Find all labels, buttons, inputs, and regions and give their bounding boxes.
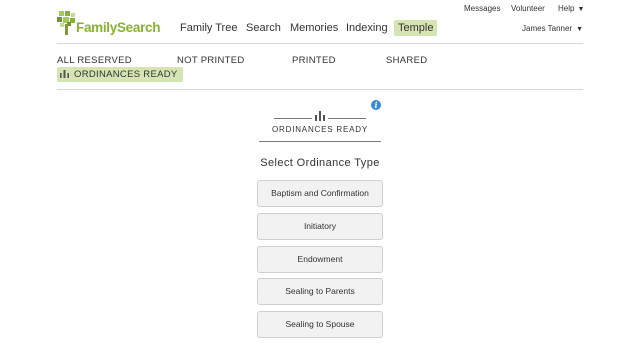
temple-icon xyxy=(60,70,69,79)
nav-memories[interactable]: Memories xyxy=(286,20,342,36)
familysearch-logo[interactable]: FamilySearch xyxy=(57,10,161,36)
info-icon[interactable]: i xyxy=(371,100,381,110)
subtab-ordinances-ready[interactable]: ORDINANCES READY xyxy=(57,67,183,82)
tab-shared[interactable]: SHARED xyxy=(386,55,427,66)
nav-temple[interactable]: Temple xyxy=(394,20,438,36)
subtab-label: ORDINANCES READY xyxy=(74,69,178,80)
logo-text: FamilySearch xyxy=(76,20,161,35)
tab-all-reserved[interactable]: ALL RESERVED xyxy=(57,55,132,66)
endowment-button[interactable]: Endowment xyxy=(257,246,383,273)
tab-not-printed[interactable]: NOT PRINTED xyxy=(177,55,245,66)
chevron-down-icon: ▼ xyxy=(576,26,584,33)
tab-printed[interactable]: PRINTED xyxy=(292,55,336,66)
initiatory-button[interactable]: Initiatory xyxy=(257,213,383,240)
nav-search[interactable]: Search xyxy=(242,20,285,36)
temple-icon xyxy=(315,111,325,121)
nav-indexing[interactable]: Indexing xyxy=(342,20,392,36)
baptism-confirmation-button[interactable]: Baptism and Confirmation xyxy=(257,180,383,207)
messages-link[interactable]: Messages xyxy=(464,4,500,13)
heading-rule-left xyxy=(274,118,312,119)
chevron-down-icon: ▼ xyxy=(577,6,585,13)
volunteer-link[interactable]: Volunteer xyxy=(511,4,545,13)
select-ordinance-title: Select Ordinance Type xyxy=(260,157,380,169)
header-divider xyxy=(57,43,583,44)
heading-rule-right xyxy=(328,118,366,119)
nav-family-tree[interactable]: Family Tree xyxy=(176,20,241,36)
help-menu[interactable]: Help ▼ xyxy=(558,4,584,13)
sealing-to-parents-button[interactable]: Sealing to Parents xyxy=(257,278,383,305)
ordinances-ready-heading: ORDINANCES READY xyxy=(272,125,368,134)
heading-underline xyxy=(259,141,381,142)
help-label: Help xyxy=(558,4,575,13)
tabs-divider xyxy=(57,89,583,90)
user-menu[interactable]: James Tanner ▼ xyxy=(522,24,583,33)
user-name: James Tanner xyxy=(522,24,573,33)
sealing-to-spouse-button[interactable]: Sealing to Spouse xyxy=(257,311,383,338)
